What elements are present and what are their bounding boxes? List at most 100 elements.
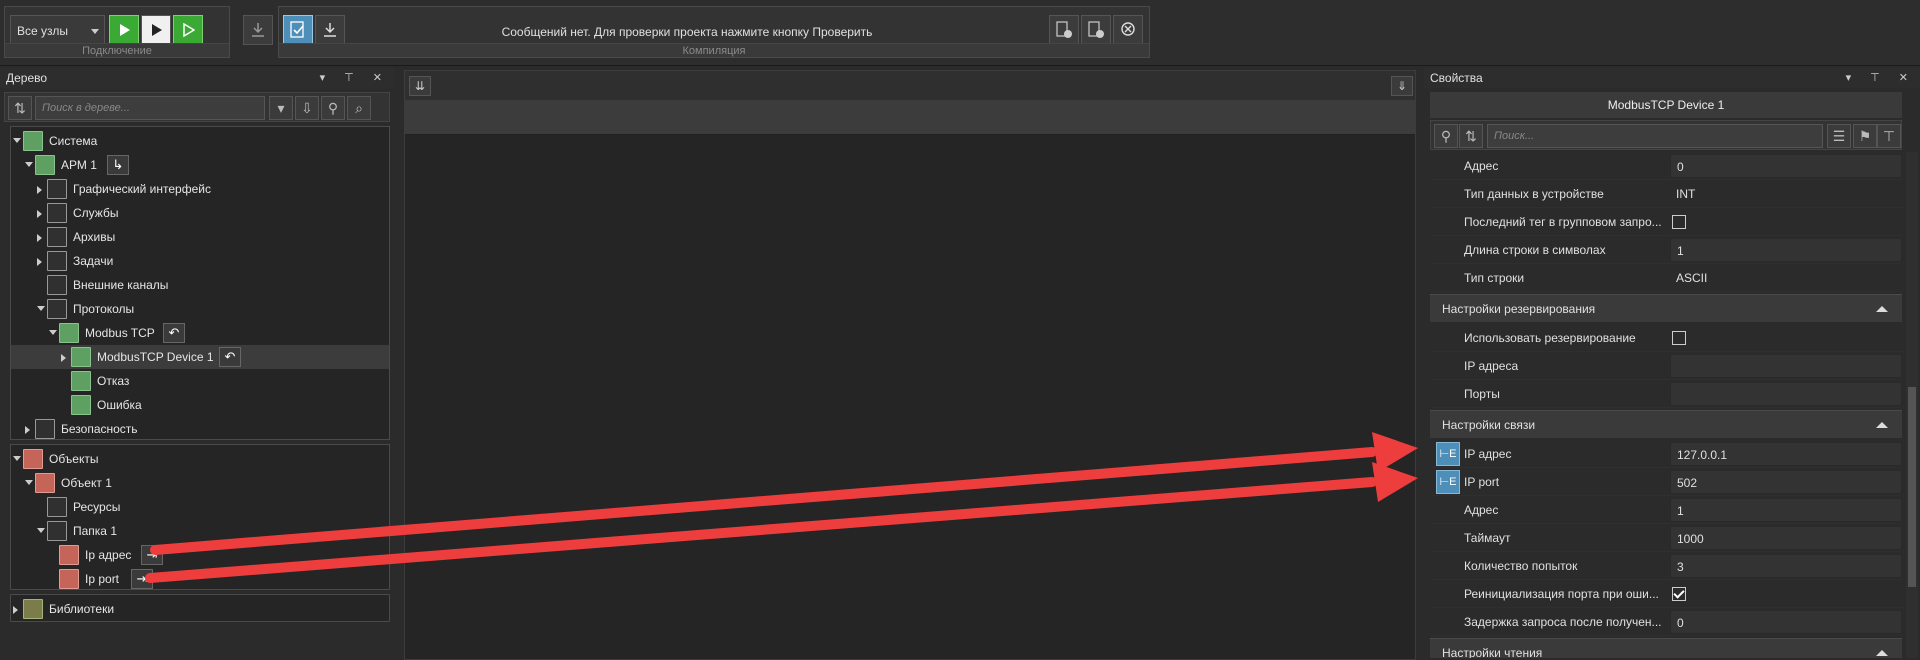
- tree-item-modbus-device[interactable]: ModbusTCP Device 1 ↶: [11, 345, 389, 369]
- bind-out-icon[interactable]: ⇥: [131, 569, 153, 589]
- search-icon[interactable]: ⌕: [347, 96, 371, 120]
- tree-item-failure[interactable]: Отказ: [11, 369, 389, 393]
- tree-search-input[interactable]: Поиск в дереве...: [35, 96, 265, 120]
- last-tag-checkbox[interactable]: [1672, 215, 1686, 229]
- prop-port-reinit[interactable]: Реинициализация порта при оши...: [1430, 580, 1902, 608]
- folder-icon: [35, 419, 55, 439]
- document-download-icon: [1088, 21, 1104, 38]
- editor-subbar: [405, 101, 1415, 135]
- tag-icon: [59, 569, 79, 589]
- object-name: ModbusTCP Device 1: [1430, 92, 1902, 118]
- tree-item-folder1[interactable]: Папка 1: [11, 519, 389, 543]
- prop-ip-address[interactable]: ⊢E IP адрес 127.0.0.1: [1430, 440, 1902, 468]
- check-document-icon: [290, 21, 304, 38]
- prop-use-reserve[interactable]: Использовать резервирование: [1430, 324, 1902, 352]
- prop-ports[interactable]: Порты: [1430, 380, 1902, 408]
- prop-link-address[interactable]: Адрес 1: [1430, 496, 1902, 524]
- workstation-icon: [35, 155, 55, 175]
- section-read[interactable]: Настройки чтения: [1430, 638, 1902, 658]
- binding-icon[interactable]: ⊢E: [1436, 442, 1460, 466]
- compile-group: Сообщений нет. Для проверки проекта нажм…: [278, 6, 1150, 58]
- tree-item-resources[interactable]: Ресурсы: [11, 495, 389, 519]
- tree-item-objects[interactable]: Объекты: [11, 447, 389, 471]
- folder-icon: [47, 275, 67, 295]
- panel-window-controls[interactable]: ▾ ⊤ ✕: [320, 68, 390, 88]
- editor-tabbar: ⇊ ⇓: [405, 71, 1415, 101]
- prop-string-length[interactable]: Длина строки в символах 1: [1430, 236, 1902, 264]
- tree-item-security[interactable]: Безопасность: [11, 417, 389, 441]
- tree-item-ip-port[interactable]: Ip port ⇥: [11, 567, 389, 591]
- prop-retries[interactable]: Количество попыток 3: [1430, 552, 1902, 580]
- list-view-icon[interactable]: ☰: [1827, 124, 1851, 148]
- prop-last-tag[interactable]: Последний тег в групповом запро...: [1430, 208, 1902, 236]
- tree-item-arm1[interactable]: АРМ 1 ↳: [11, 153, 389, 177]
- tag-icon: [59, 545, 79, 565]
- tree-item-error[interactable]: Ошибка: [11, 393, 389, 417]
- property-grid: Адрес 0 Тип данных в устройстве INT Посл…: [1430, 152, 1902, 658]
- prop-address[interactable]: Адрес 0: [1430, 152, 1902, 180]
- prop-ip-port[interactable]: ⊢E IP port 502: [1430, 468, 1902, 496]
- close-circle-icon: [1121, 22, 1135, 36]
- bind-out-icon[interactable]: ⇥: [141, 545, 163, 565]
- binding-icon[interactable]: ⊢E: [1436, 470, 1460, 494]
- hierarchy-icon[interactable]: ⇅: [1459, 124, 1483, 148]
- tree-item-libraries[interactable]: Библиотеки: [11, 597, 389, 621]
- tree-item-system[interactable]: Система: [11, 129, 389, 153]
- flag-icon[interactable]: ⚑: [1853, 124, 1877, 148]
- object-icon: [35, 473, 55, 493]
- prop-request-delay[interactable]: Задержка запроса после получен... 0: [1430, 608, 1902, 636]
- cancel-button[interactable]: [1113, 15, 1143, 45]
- properties-toolbar: ⚲ ⇅ Поиск... ☰ ⚑ ⊤: [1430, 120, 1902, 150]
- filter-icon[interactable]: ⚲: [321, 96, 345, 120]
- run-button[interactable]: [109, 15, 139, 45]
- folder-icon: [47, 179, 67, 199]
- download-button[interactable]: [243, 15, 273, 45]
- prop-timeout[interactable]: Таймаут 1000: [1430, 524, 1902, 552]
- filter-down-icon[interactable]: ⇩: [295, 96, 319, 120]
- node-select-value: Все узлы: [17, 24, 69, 38]
- scrollbar-thumb[interactable]: [1908, 387, 1916, 587]
- tree-item-archives[interactable]: Архивы: [11, 225, 389, 249]
- run-step-button[interactable]: [141, 15, 171, 45]
- search-dropdown-icon[interactable]: ▾: [269, 96, 293, 120]
- pin-icon[interactable]: ⊤: [1877, 124, 1901, 148]
- return-icon[interactable]: ↶: [163, 323, 185, 343]
- play-icon: [120, 24, 130, 36]
- tree-structure-icon[interactable]: ⇅: [8, 96, 32, 120]
- download-icon: [252, 23, 264, 37]
- tree-item-protocols[interactable]: Протоколы: [11, 297, 389, 321]
- tree-item-modbus-tcp[interactable]: Modbus TCP ↶: [11, 321, 389, 345]
- collapse-arrow-icon: [1876, 422, 1888, 428]
- port-reinit-checkbox[interactable]: [1672, 587, 1686, 601]
- play-outline-icon: [183, 23, 195, 37]
- link-icon[interactable]: ↳: [107, 155, 129, 175]
- filter-icon[interactable]: ⚲: [1434, 124, 1458, 148]
- tree-item-external-channels[interactable]: Внешние каналы: [11, 273, 389, 297]
- tree-item-object1[interactable]: Объект 1: [11, 471, 389, 495]
- library-icon: [23, 599, 43, 619]
- properties-panel: Свойства ▾ ⊤ ✕ ModbusTCP Device 1 ⚲ ⇅ По…: [1424, 68, 1920, 660]
- run-all-button[interactable]: [173, 15, 203, 45]
- return-icon[interactable]: ↶: [219, 347, 241, 367]
- system-tree: Система АРМ 1 ↳ Графический интерфейс Сл…: [10, 126, 390, 440]
- properties-search-input[interactable]: Поиск...: [1487, 124, 1823, 148]
- sort-icon[interactable]: ⇊: [409, 76, 431, 96]
- check-project-button[interactable]: [283, 15, 313, 45]
- section-link[interactable]: Настройки связи: [1430, 410, 1902, 438]
- tree-item-services[interactable]: Службы: [11, 201, 389, 225]
- add-doc-button[interactable]: [1049, 15, 1079, 45]
- panel-window-controls[interactable]: ▾ ⊤ ✕: [1846, 68, 1916, 88]
- properties-scrollbar[interactable]: [1906, 152, 1918, 658]
- tree-item-ip-address[interactable]: Ip адрес ⇥: [11, 543, 389, 567]
- tree-item-gui[interactable]: Графический интерфейс: [11, 177, 389, 201]
- prop-ip-addresses[interactable]: IP адреса: [1430, 352, 1902, 380]
- prop-string-type[interactable]: Тип строки ASCII: [1430, 264, 1902, 292]
- tree-panel-title: Дерево: [6, 71, 48, 85]
- tree-item-tasks[interactable]: Задачи: [11, 249, 389, 273]
- tree-toolbar: ⇅ Поиск в дереве... ▾ ⇩ ⚲ ⌕: [4, 92, 390, 122]
- prop-data-type[interactable]: Тип данных в устройстве INT: [1430, 180, 1902, 208]
- collapse-icon[interactable]: ⇓: [1391, 76, 1413, 96]
- download-doc-button[interactable]: [1081, 15, 1111, 45]
- section-reserve[interactable]: Настройки резервирования: [1430, 294, 1902, 322]
- use-reserve-checkbox[interactable]: [1672, 331, 1686, 345]
